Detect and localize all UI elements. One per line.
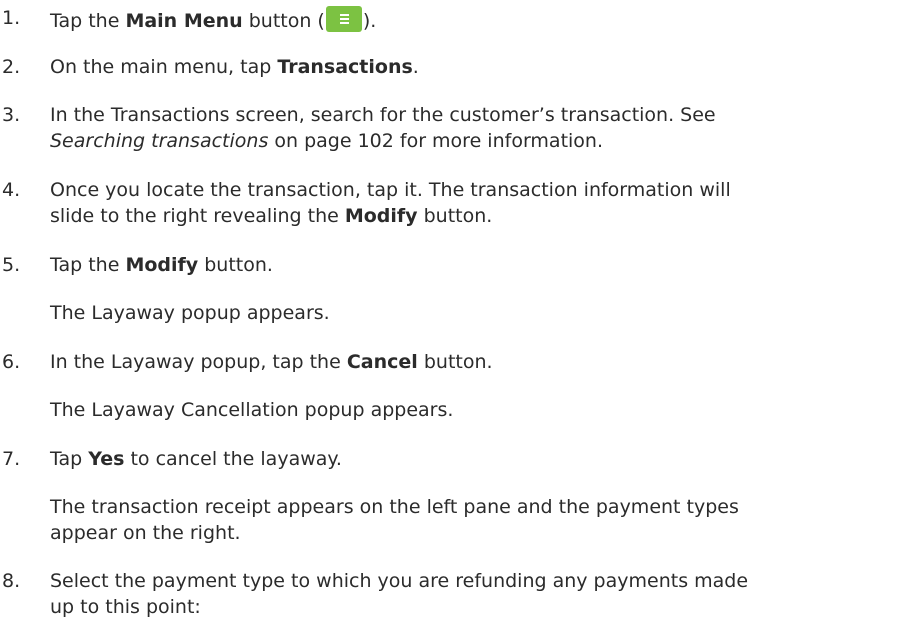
bold-term: Transactions xyxy=(277,56,413,78)
text-run: appear on the right. xyxy=(50,522,241,544)
text-run: The Layaway popup appears. xyxy=(50,302,330,324)
bold-term: Modify xyxy=(344,205,418,227)
text-run: In the Layaway popup, tap the xyxy=(50,351,347,373)
text-run: button. xyxy=(417,351,493,373)
step-number: 6. xyxy=(2,351,21,373)
step-number: 1. xyxy=(2,7,21,29)
step-number: 3. xyxy=(2,104,21,126)
text-run: ). xyxy=(362,10,377,32)
text-run: up to this point: xyxy=(50,596,201,618)
step-number: 8. xyxy=(2,570,21,592)
text-run: The Layaway Cancellation popup appears. xyxy=(50,399,454,421)
text-run: Tap the xyxy=(50,10,126,32)
text-run: In the Transactions screen, search for t… xyxy=(50,104,716,126)
text-run: On the main menu, tap xyxy=(50,56,278,78)
text-run: Select the payment type to which you are… xyxy=(50,570,749,592)
text-run: Once you locate the transaction, tap it.… xyxy=(50,179,731,201)
bold-term: Main Menu xyxy=(125,10,243,32)
text-run: slide to the right revealing the xyxy=(50,205,345,227)
step-number: 4. xyxy=(2,179,21,201)
instruction-document: 1. Tap the Main Menu button (). 2. On th… xyxy=(0,0,917,620)
step-number: 5. xyxy=(2,254,21,276)
text-run: . xyxy=(412,56,419,78)
text-run: on page 102 for more information. xyxy=(268,130,604,152)
text-run: The transaction receipt appears on the l… xyxy=(50,496,739,518)
bold-term: Cancel xyxy=(346,351,418,373)
text-run: button ( xyxy=(242,10,325,32)
step-number: 2. xyxy=(2,56,21,78)
text-run: to cancel the layaway. xyxy=(124,448,342,470)
main-menu-icon xyxy=(325,6,362,32)
step-number: 7. xyxy=(2,448,21,470)
cross-reference-link: Searching transactions xyxy=(50,130,269,152)
text-run: button. xyxy=(417,205,493,227)
text-run: Tap xyxy=(50,448,89,470)
text-run: Tap the xyxy=(50,254,126,276)
bold-term: Yes xyxy=(88,448,125,470)
text-run: button. xyxy=(198,254,273,276)
bold-term: Modify xyxy=(125,254,199,276)
